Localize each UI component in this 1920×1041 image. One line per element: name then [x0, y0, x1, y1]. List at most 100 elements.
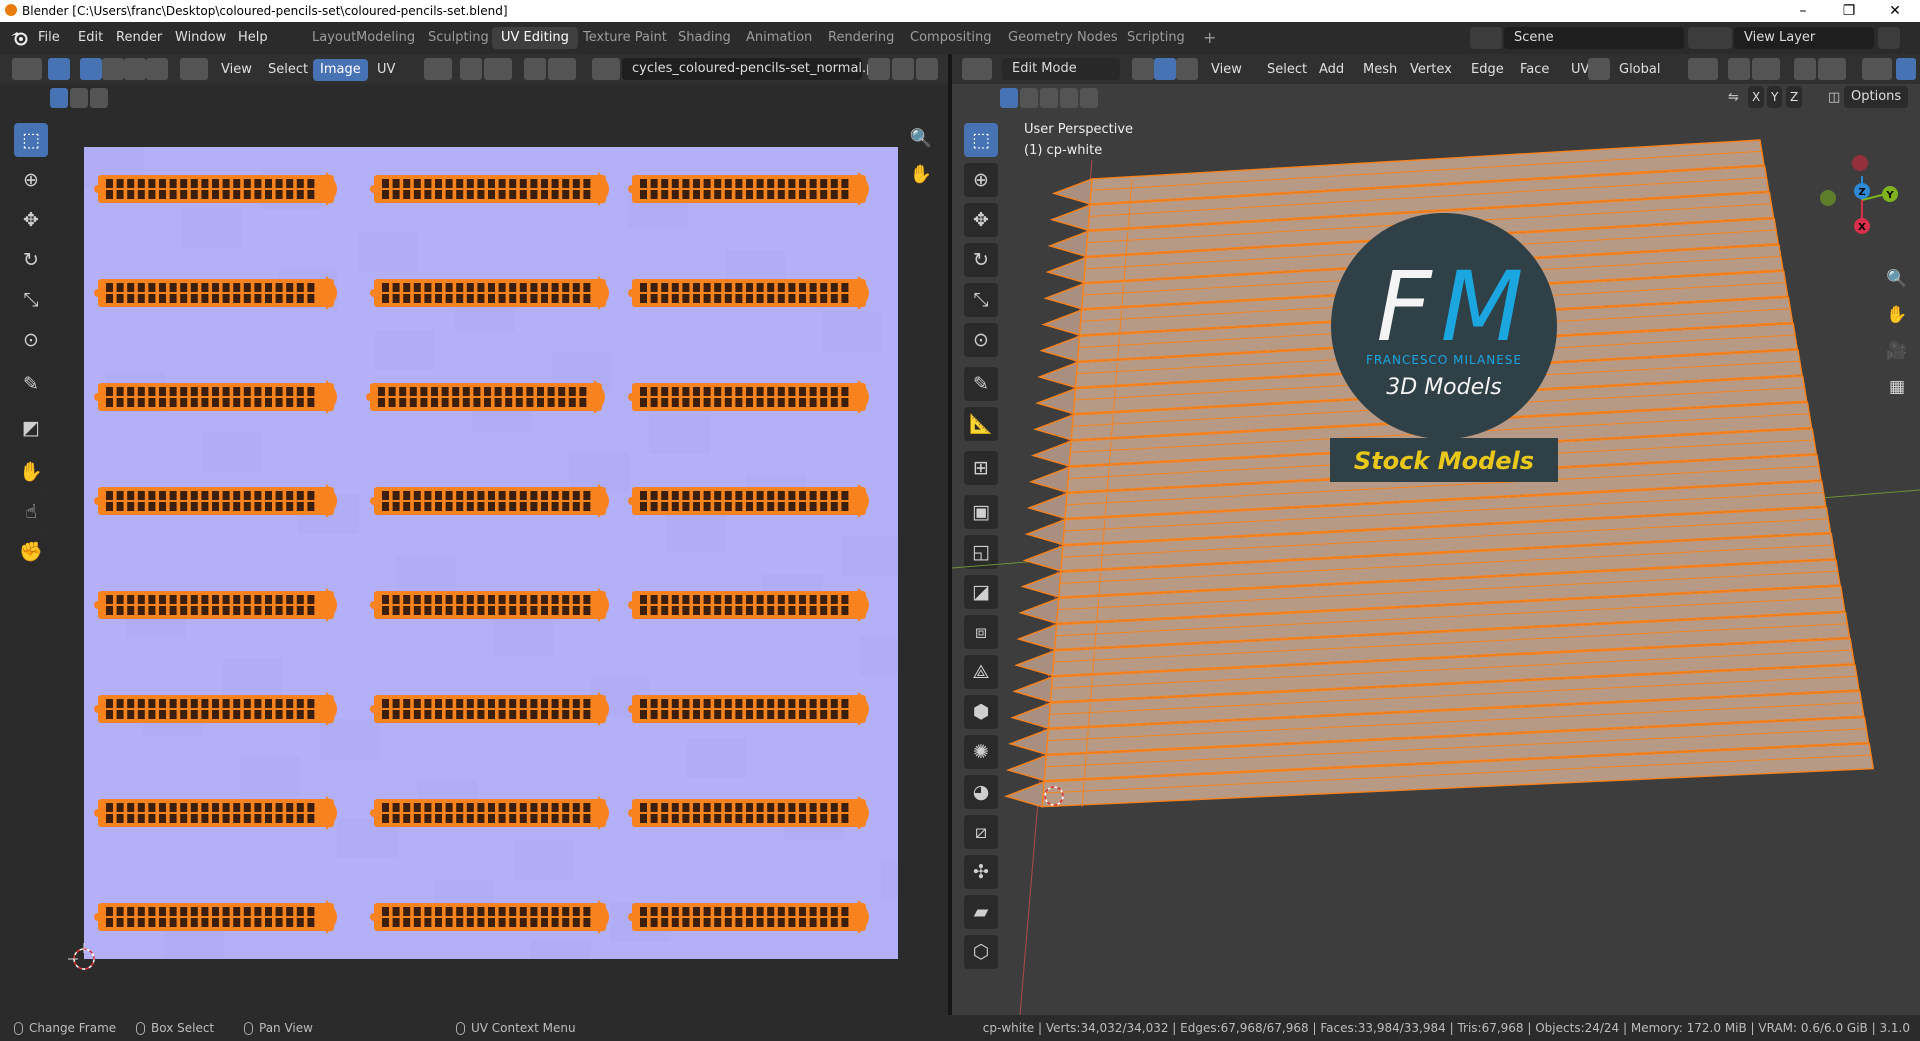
open-image-icon[interactable] [916, 58, 938, 80]
sticky-mode-icon[interactable] [180, 58, 208, 80]
image-browse-icon[interactable] [592, 58, 620, 80]
view-layer-field[interactable]: View Layer [1734, 27, 1874, 49]
new-image-icon[interactable] [892, 58, 914, 80]
gizmo-neg-x[interactable] [1852, 155, 1868, 171]
vertex-mode-icon[interactable] [1132, 58, 1154, 80]
select-new-icon[interactable] [50, 88, 68, 108]
vp-menu-mesh[interactable]: Mesh [1356, 59, 1404, 81]
pivot-icon[interactable] [424, 58, 452, 80]
mode-dropdown[interactable]: Edit Mode [1002, 58, 1120, 80]
uv-island[interactable] [94, 796, 337, 830]
viewport-editor-type-icon[interactable] [962, 58, 992, 80]
uv-island[interactable] [628, 692, 869, 726]
maximize-button[interactable]: ❐ [1826, 1, 1872, 21]
move-tool[interactable]: ✥ [14, 203, 48, 237]
vp-menu-edge[interactable]: Edge [1464, 59, 1511, 81]
image-name-field[interactable]: cycles_coloured-pencils-set_normal.png [622, 58, 891, 80]
scene-field[interactable]: Scene [1504, 27, 1684, 49]
transform-tool[interactable]: ⊙ [14, 323, 48, 357]
uv-menu-image[interactable]: Image [313, 59, 368, 81]
minimize-button[interactable]: – [1780, 1, 1826, 21]
uv-island[interactable] [370, 692, 609, 726]
tab-compositing[interactable]: Compositing [901, 27, 1001, 49]
uv-texture-canvas[interactable] [84, 147, 898, 959]
menu-help[interactable]: Help [238, 30, 268, 45]
vp-pan-icon[interactable]: ✋ [1882, 300, 1912, 330]
uv-menu-uv[interactable]: UV [370, 59, 402, 81]
scale-tool[interactable]: ⤡ [14, 283, 48, 317]
tab-shading[interactable]: Shading [669, 27, 740, 49]
fake-user-icon[interactable] [868, 58, 890, 80]
pan-hand-icon[interactable]: ✋ [906, 160, 936, 190]
menu-render[interactable]: Render [116, 30, 162, 45]
rotate-tool[interactable]: ↻ [14, 243, 48, 277]
vp-menu-view[interactable]: View [1204, 59, 1249, 81]
vp-menu-vertex[interactable]: Vertex [1403, 59, 1459, 81]
uv-island[interactable] [94, 588, 337, 622]
edge-mode-icon[interactable] [1154, 58, 1176, 80]
blender-menu-icon[interactable] [10, 30, 28, 46]
snap-target-icon[interactable] [484, 58, 512, 80]
tab-uv-editing[interactable]: UV Editing [492, 27, 578, 49]
close-button[interactable]: ✕ [1872, 1, 1918, 21]
tab-modeling[interactable]: Modeling [347, 27, 424, 49]
menu-window[interactable]: Window [175, 30, 226, 45]
menu-file[interactable]: File [38, 30, 60, 45]
uv-menu-view[interactable]: View [214, 59, 259, 81]
uv-menu-select[interactable]: Select [261, 59, 315, 81]
uv-island[interactable] [370, 900, 609, 934]
face-mode-icon[interactable] [1176, 58, 1198, 80]
vp-zoom-icon[interactable]: 🔍 [1882, 264, 1912, 294]
view-layer-icon[interactable] [1700, 27, 1732, 49]
cursor-tool[interactable]: ⊕ [14, 163, 48, 197]
navigation-gizmo[interactable]: Z Y X [1812, 144, 1912, 254]
pivot-point-icon[interactable] [1688, 58, 1718, 80]
uv-island[interactable] [628, 484, 869, 518]
uv-island[interactable] [628, 172, 869, 206]
vp-menu-add[interactable]: Add [1312, 59, 1351, 81]
sync-selection-icon[interactable] [48, 58, 70, 80]
uv-island[interactable] [628, 900, 869, 934]
orientation-icon[interactable] [1588, 58, 1610, 80]
visibility-icon[interactable] [1862, 58, 1892, 80]
proportional-edit-icon[interactable] [524, 58, 546, 80]
uv-island[interactable] [94, 484, 337, 518]
uv-island[interactable] [370, 796, 609, 830]
new-view-layer-button[interactable] [1878, 27, 1900, 49]
snap-icon[interactable] [460, 58, 482, 80]
annotate-tool[interactable]: ✎ [14, 367, 48, 401]
uv-island[interactable] [370, 172, 609, 206]
ortho-toggle-icon[interactable]: ▦ [1882, 372, 1912, 402]
scene-type-dropdown[interactable] [1470, 27, 1502, 49]
tab-rendering[interactable]: Rendering [819, 27, 903, 49]
tab-geometry-nodes[interactable]: Geometry Nodes [999, 27, 1127, 49]
uv-island[interactable] [94, 900, 337, 934]
tab-scripting[interactable]: Scripting [1118, 27, 1194, 49]
uv-island[interactable] [628, 276, 869, 310]
uv-island[interactable] [366, 380, 605, 414]
island-select-icon[interactable] [146, 58, 168, 80]
uv-island[interactable] [94, 692, 337, 726]
gizmo-neg-y[interactable] [1820, 190, 1836, 206]
viewport-snap-icon[interactable] [1728, 58, 1750, 80]
add-workspace-button[interactable]: + [1194, 27, 1225, 49]
uv-island[interactable] [94, 276, 337, 310]
select-subtract-icon[interactable] [90, 88, 108, 108]
pinch-tool[interactable]: ✊ [14, 535, 48, 569]
grab-tool[interactable]: ✋ [14, 455, 48, 489]
menu-edit[interactable]: Edit [78, 30, 103, 45]
uv-island[interactable] [370, 276, 609, 310]
orientation-dropdown[interactable]: Global [1612, 59, 1667, 81]
tab-animation[interactable]: Animation [737, 27, 821, 49]
uv-island[interactable] [94, 172, 337, 206]
zoom-icon[interactable]: 🔍 [906, 124, 936, 154]
overlays-icon[interactable] [1896, 58, 1916, 80]
uv-island[interactable] [628, 380, 869, 414]
face-select-icon[interactable] [124, 58, 146, 80]
editor-type-icon[interactable] [12, 58, 42, 80]
2d-cursor-icon[interactable] [68, 943, 100, 975]
viewport-falloff-icon[interactable] [1818, 58, 1846, 80]
uv-island[interactable] [628, 588, 869, 622]
vertex-select-icon[interactable] [80, 58, 102, 80]
select-extend-icon[interactable] [70, 88, 88, 108]
